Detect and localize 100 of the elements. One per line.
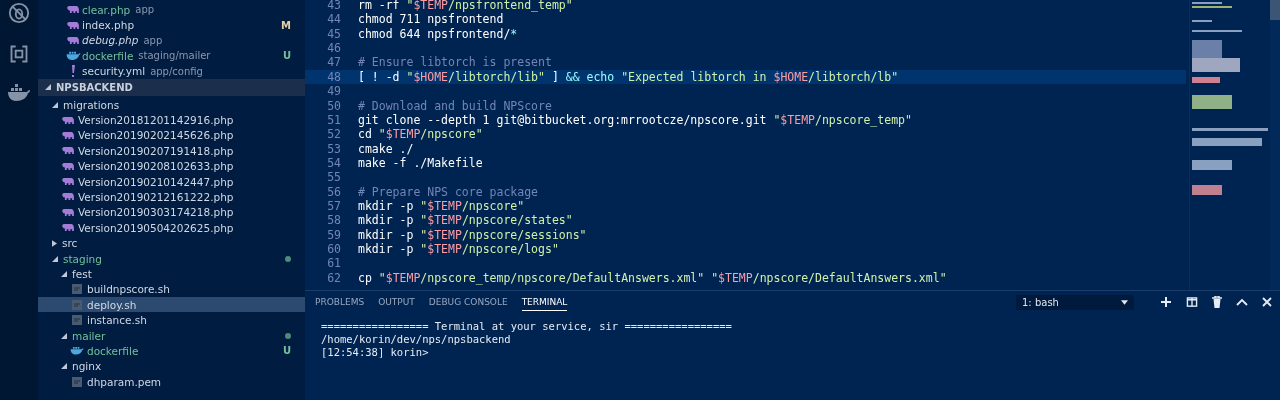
file-name: fest (72, 267, 92, 280)
line-number: 54 (326, 155, 341, 171)
line-number: 58 (326, 213, 341, 228)
file-name: security.yml (82, 65, 146, 78)
terminal-select[interactable]: 1: bash (1016, 294, 1134, 310)
line-number: 47 (326, 55, 341, 70)
elephant-icon (66, 20, 80, 30)
tree-item[interactable]: mailer (38, 327, 305, 344)
file-name: Version20190212161222.php (78, 191, 234, 203)
file-name: Version20181201142916.php (78, 114, 234, 127)
tree-item[interactable]: dockerfile U (38, 343, 305, 359)
elephant-icon (61, 192, 75, 202)
minimap-drawing[interactable] (1189, 0, 1270, 290)
line-number: 44 (326, 12, 341, 27)
tree-item[interactable]: src (38, 235, 305, 251)
line-number: 51 (326, 112, 341, 128)
panel-tab[interactable]: DEBUG CONSOLE (428, 293, 508, 311)
code-line: chmod 711 npsfrontend (358, 12, 504, 27)
section-title: NPSBACKEND (56, 81, 133, 93)
tree-item[interactable]: Version20190202145626.php (38, 127, 305, 144)
elephant-icon (61, 177, 75, 187)
code-line: chmod 644 npsfrontend/* (358, 26, 518, 42)
extensions-icon[interactable] (9, 44, 29, 64)
tree-item[interactable]: buildnpscore.sh (38, 281, 305, 298)
debug-icon[interactable] (8, 2, 30, 24)
tree-item[interactable]: Version20190207191418.php (38, 143, 305, 159)
section-header[interactable]: NPSBACKEND (38, 78, 305, 96)
code-line: mkdir -p "$TEMP/npscore/states" (358, 213, 573, 228)
file-name: nginx (72, 360, 102, 373)
elephant-icon (66, 35, 80, 45)
code-line: mkdir -p "$TEMP/npscore" (358, 199, 525, 214)
file-path: app (143, 34, 163, 46)
open-editor-item[interactable]: clear.php app (38, 2, 305, 18)
open-editor-item[interactable]: security.yml app/config (38, 63, 305, 79)
panel-tab[interactable]: TERMINAL (521, 293, 568, 311)
file-icon (72, 299, 82, 310)
terminal-line: ================= Terminal at your service, sir ================= (321, 320, 733, 333)
line-number: 49 (326, 84, 341, 99)
git-status: U (282, 50, 291, 62)
line-number: 57 (326, 199, 341, 214)
file-name: dockerfile (82, 49, 134, 62)
open-editor-item[interactable]: debug.php app (38, 32, 305, 49)
elephant-icon (61, 207, 75, 217)
open-editor-item[interactable]: index.php M (38, 17, 305, 33)
file-name: instance.sh (87, 314, 147, 327)
file-path: app/config (150, 65, 203, 77)
file-name: mailer (72, 329, 106, 342)
terminal-line: /home/korin/dev/nps/npsbackend (321, 333, 512, 346)
open-editor-item[interactable]: dockerfile staging/mailer U (38, 48, 305, 64)
tree-item[interactable]: migrations (38, 96, 305, 113)
elephant-icon (61, 161, 75, 171)
terminal[interactable]: ================= Terminal at your service, sir ================= /home/korin/dev/nps/npsbackend [12:54:38] korin> (305, 312, 1280, 400)
split-icon[interactable] (1186, 296, 1198, 308)
panel-tab[interactable]: OUTPUT (378, 293, 415, 311)
tree-item[interactable]: dhparam.pem (38, 374, 305, 390)
tree-item[interactable]: fest (38, 266, 305, 282)
tree-item[interactable]: Version20190303174218.php (38, 204, 305, 221)
tree-item[interactable]: Version20181201142916.php (38, 112, 305, 128)
line-number: 60 (326, 242, 341, 257)
tree-item[interactable]: Version20190504202625.php (38, 220, 305, 236)
code-line: [ ! -d "$HOME/libtorch/lib" ] && echo "Expected libtorch in $HOME/libtorch/lb" (358, 69, 899, 85)
file-name: deploy.sh (87, 298, 137, 311)
file-name: dhparam.pem (87, 375, 162, 388)
whale-icon[interactable] (7, 84, 31, 102)
line-number: 46 (326, 41, 341, 56)
close-icon[interactable] (1262, 297, 1272, 307)
line-number: 43 (326, 0, 341, 13)
code-line: mkdir -p "$TEMP/npscore/logs" (358, 242, 559, 257)
file-name: Version20190210142447.php (78, 175, 234, 188)
tree-item[interactable]: Version20190210142447.php (38, 173, 305, 190)
panel-tab[interactable]: PROBLEMS (315, 293, 365, 311)
line-number: 61 (326, 256, 341, 271)
code-line: rm -rf "$TEMP/npsfrontend_temp" (358, 0, 573, 13)
file-icon (72, 376, 82, 387)
chevron-up-icon[interactable] (1236, 298, 1248, 306)
tree-item[interactable]: deploy.sh (38, 297, 305, 313)
dropdown-caret-icon (1121, 299, 1128, 305)
tree-item[interactable]: Version20190212161222.php (38, 189, 305, 205)
line-number: 53 (326, 141, 341, 156)
scrollbar[interactable] (1270, 0, 1280, 290)
tree-item[interactable]: Version20190208102633.php (38, 158, 305, 174)
add-icon[interactable] (1160, 296, 1172, 308)
file-name: migrations (63, 98, 120, 111)
line-number: 56 (326, 184, 341, 200)
tree-item[interactable]: instance.sh (38, 312, 305, 328)
whale-icon (65, 51, 81, 61)
file-name: Version20190202145626.php (78, 129, 234, 142)
line-number: 50 (326, 98, 341, 113)
file-path: staging/mailer (138, 50, 211, 62)
git-status: U (282, 345, 291, 357)
code-line: mkdir -p "$TEMP/npscore/sessions" (358, 227, 587, 243)
code-line: # Prepare NPS core package (358, 184, 538, 200)
line-number: 59 (326, 227, 341, 243)
exclamation-icon (71, 65, 75, 78)
code-line: git clone --depth 1 git@bitbucket.org:mrrootcze/npscore.git "$TEMP/npscore_temp" (358, 112, 912, 128)
tree-item[interactable]: nginx (38, 358, 305, 374)
trash-icon[interactable] (1212, 296, 1222, 308)
tree-item[interactable]: staging (38, 250, 305, 267)
file-name: staging (63, 252, 102, 265)
code-line: cmake ./ (358, 141, 414, 156)
